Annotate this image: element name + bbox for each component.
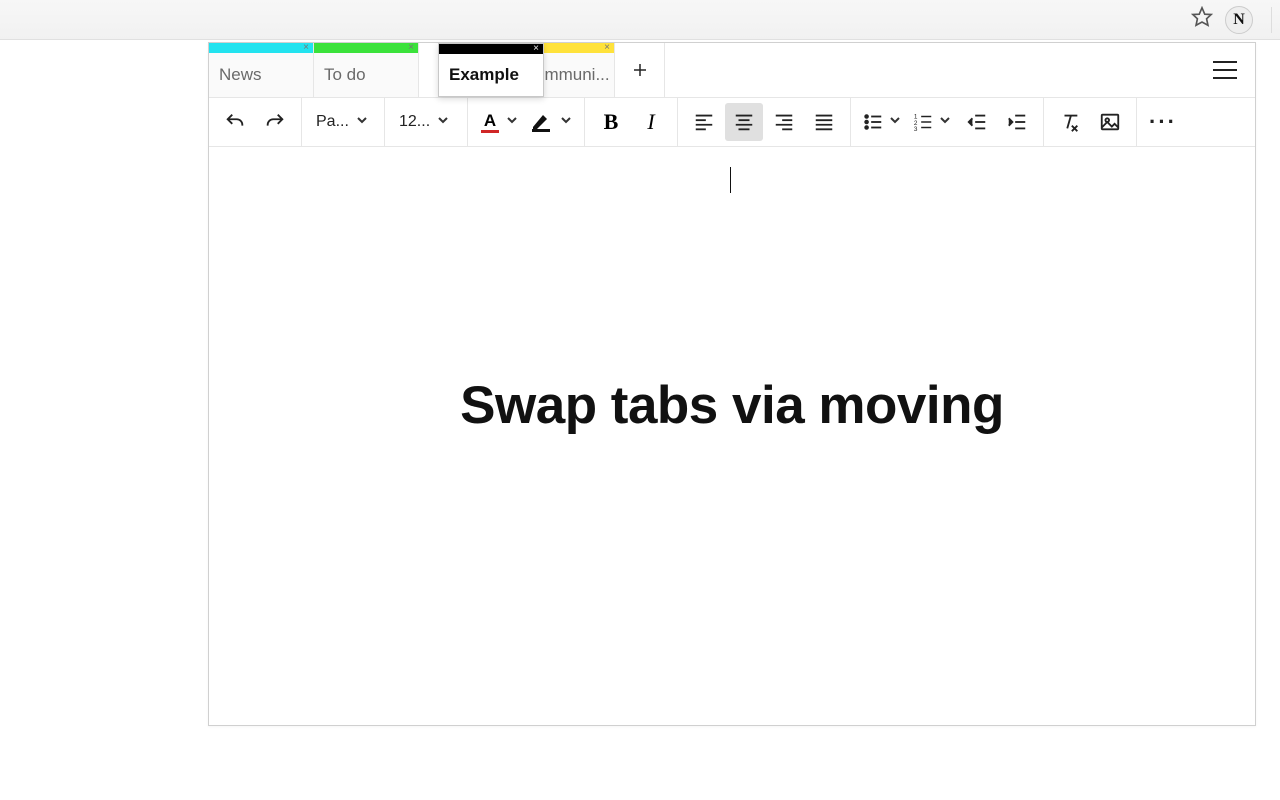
size-label: 12...: [399, 113, 430, 131]
close-icon[interactable]: ×: [604, 43, 610, 53]
tab-label: Example: [439, 54, 543, 96]
paragraph-style-select[interactable]: Pa...: [308, 103, 378, 141]
font-color-icon: A: [479, 111, 501, 133]
text-cursor: [730, 167, 731, 193]
tab-color-bar: ×: [209, 43, 313, 53]
bullet-list-button[interactable]: [858, 103, 906, 141]
svg-text:3: 3: [914, 126, 918, 133]
add-tab-button[interactable]: [615, 43, 665, 97]
chevron-down-icon: [559, 113, 573, 132]
bold-icon: B: [604, 109, 619, 135]
more-button[interactable]: ···: [1144, 103, 1182, 141]
extension-badge[interactable]: N: [1225, 6, 1253, 34]
align-center-button[interactable]: [725, 103, 763, 141]
bold-button[interactable]: B: [592, 103, 630, 141]
menu-button[interactable]: [1195, 43, 1255, 97]
document-heading: Swap tabs via moving: [209, 375, 1255, 436]
chevron-down-icon: [888, 113, 902, 132]
close-icon[interactable]: ×: [303, 43, 309, 53]
highlight-icon: [529, 111, 555, 133]
tab-example-dragging[interactable]: × Example: [438, 43, 544, 97]
align-justify-button[interactable]: [805, 103, 843, 141]
redo-button[interactable]: [256, 103, 294, 141]
italic-icon: I: [647, 109, 654, 135]
style-label: Pa...: [316, 113, 349, 131]
toolbar-group-size: 12...: [385, 98, 468, 146]
toolbar-group-history: [209, 98, 302, 146]
browser-chrome-bar: N: [0, 0, 1280, 40]
tab-label: News: [209, 53, 313, 97]
tab-news[interactable]: × News: [209, 43, 314, 97]
toolbar-group-color: A: [468, 98, 585, 146]
toolbar-group-more: ···: [1137, 98, 1189, 146]
tab-todo[interactable]: × To do: [314, 43, 419, 97]
toolbar-group-insert: [1044, 98, 1137, 146]
toolbar-group-align: [678, 98, 851, 146]
tab-strip: × News × To do × ommuni...: [209, 43, 1255, 97]
editor-canvas[interactable]: Swap tabs via moving: [209, 147, 1255, 725]
chevron-down-icon: [505, 113, 519, 132]
tab-label: To do: [314, 53, 418, 97]
chevron-down-icon: [355, 113, 369, 132]
font-size-select[interactable]: 12...: [391, 103, 461, 141]
close-icon[interactable]: ×: [533, 44, 539, 54]
undo-button[interactable]: [216, 103, 254, 141]
outdent-button[interactable]: [958, 103, 996, 141]
more-icon: ···: [1149, 111, 1177, 133]
tab-strip-spacer: [665, 43, 1195, 97]
toolbar-group-format: B I: [585, 98, 678, 146]
clear-format-button[interactable]: [1051, 103, 1089, 141]
numbered-list-button[interactable]: 123: [908, 103, 956, 141]
align-right-button[interactable]: [765, 103, 803, 141]
toolbar: Pa... 12... A: [209, 97, 1255, 147]
chevron-down-icon: [436, 113, 450, 132]
chevron-down-icon: [938, 113, 952, 132]
close-icon[interactable]: ×: [408, 43, 414, 53]
indent-button[interactable]: [998, 103, 1036, 141]
toolbar-group-style: Pa...: [302, 98, 385, 146]
highlight-color-button[interactable]: [525, 103, 577, 141]
italic-button[interactable]: I: [632, 103, 670, 141]
toolbar-group-lists: 123: [851, 98, 1044, 146]
tab-color-bar: ×: [439, 44, 543, 54]
font-color-button[interactable]: A: [475, 103, 523, 141]
bookmark-star-icon[interactable]: [1191, 6, 1213, 33]
align-left-button[interactable]: [685, 103, 723, 141]
app-shell: × News × To do × ommuni...: [208, 42, 1256, 726]
tab-color-bar: ×: [314, 43, 418, 53]
insert-image-button[interactable]: [1091, 103, 1129, 141]
extension-separator: [1271, 7, 1272, 33]
